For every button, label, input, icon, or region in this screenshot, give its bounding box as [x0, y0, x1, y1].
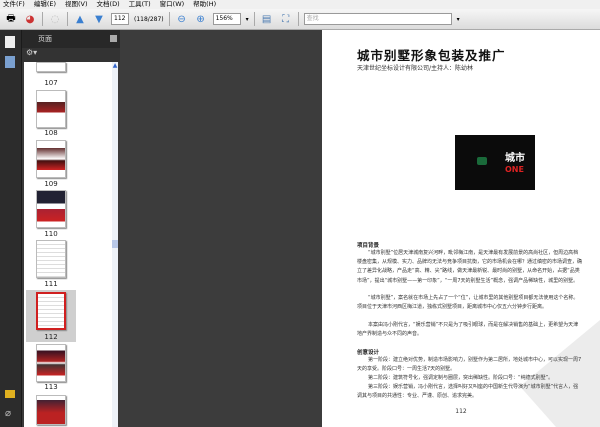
paragraph: 第一阶段：建立绝对优势，制造市场影响力，别墅作为第二居所，地处城市中心，可以实现…	[357, 357, 582, 373]
attachment-clip-icon[interactable]: ⌀	[5, 408, 11, 420]
thumbnail-label: 112	[44, 333, 58, 341]
next-page-icon[interactable]: ▼	[92, 12, 106, 26]
menu-document[interactable]: 文档(D)	[97, 0, 120, 9]
divider	[297, 12, 299, 26]
thumbnail-112[interactable]	[36, 292, 66, 330]
thumbnail-108[interactable]	[36, 90, 66, 128]
thumbnail-label: 108	[44, 129, 58, 137]
divider	[168, 12, 170, 26]
thumbnail-label: 107	[44, 79, 58, 87]
thumbnail-label: 113	[44, 383, 58, 391]
document-page: 城市别墅形象包装及推广 天津世纪坐标设计有限公司/主持人：陈幼林 城市 ONE …	[322, 30, 600, 427]
menu-window[interactable]: 窗口(W)	[160, 0, 185, 9]
divider	[253, 12, 255, 26]
city-house-logo-image: 城市 ONE	[455, 135, 535, 190]
menu-edit[interactable]: 编辑(E)	[34, 0, 56, 9]
divider	[42, 12, 43, 26]
paragraph: 第二阶段：建筑符号化，强调定制与圈层，突出稀缺性。阶段口号：“纯德式别墅”。	[368, 375, 554, 381]
pages-icon[interactable]	[5, 36, 15, 48]
section-heading: 创意设计	[357, 350, 380, 356]
chevron-down-icon[interactable]: ▾	[457, 16, 460, 23]
thumbnail-113[interactable]	[36, 344, 66, 382]
collaborate-icon[interactable]: ◕	[23, 12, 37, 26]
zoom-select[interactable]: 156%	[212, 13, 241, 25]
pages-panel-title: 页面	[38, 35, 52, 43]
menu-help[interactable]: 帮助(H)	[193, 0, 216, 9]
thumbnail-list: 107 108 109 110 111 112 113 114 ▲	[24, 62, 118, 427]
comments-icon[interactable]	[5, 390, 15, 398]
options-row: ⚙▾	[22, 48, 120, 62]
menu-view[interactable]: 视图(V)	[65, 0, 88, 9]
comment-icon[interactable]: ◌	[48, 12, 62, 26]
attachments-icon[interactable]	[5, 56, 15, 68]
thumbnail-label: 110	[44, 230, 58, 238]
menu-file[interactable]: 文件(F)	[3, 0, 25, 9]
menu-tools[interactable]: 工具(T)	[129, 0, 151, 9]
zoom-out-icon[interactable]: ⊖	[175, 12, 189, 26]
chevron-down-icon[interactable]: ▾	[246, 16, 249, 23]
article-subtitle: 天津世纪坐标设计有限公司/主持人：陈幼林	[357, 65, 474, 72]
pages-panel-header: 页面	[22, 30, 120, 48]
scroll-thumb[interactable]	[112, 240, 118, 248]
full-screen-icon[interactable]: ⛶	[279, 12, 293, 26]
thumbnail-109[interactable]	[36, 140, 66, 178]
thumbnail-label: 111	[44, 280, 58, 288]
section-heading: 项目背景	[357, 243, 380, 249]
page-count: (118/287)	[134, 15, 164, 23]
gear-icon[interactable]: ⚙▾	[26, 48, 37, 57]
document-viewer-background	[120, 30, 322, 427]
navigation-strip: ⌀	[0, 30, 22, 427]
page-number-input[interactable]: 112	[111, 13, 129, 25]
menu-bar: 文件(F) 编辑(E) 视图(V) 文档(D) 工具(T) 窗口(W) 帮助(H…	[0, 0, 600, 9]
print-icon[interactable]: 🖶	[4, 12, 18, 26]
thumbnail-scrollbar[interactable]: ▲	[112, 62, 118, 427]
paragraph: 第三阶段：娱乐营销，冯小刚代言，选择叫好又叫座的中国新生代导演为“城市别墅”代言…	[357, 384, 579, 400]
thumbnail-114[interactable]: 114	[36, 395, 66, 425]
thumbnail-label: 109	[44, 180, 58, 188]
previous-page-icon[interactable]: ▲	[73, 12, 87, 26]
paragraph: “城市别墅”，案名就在市场上先占了一个“位”，让城市里的其他别墅项目都无法使用这…	[357, 295, 579, 311]
zoom-in-icon[interactable]: ⊕	[194, 12, 208, 26]
thumbnail-107[interactable]	[36, 62, 66, 72]
scroll-up-icon[interactable]: ▲	[112, 62, 118, 69]
thumbnail-110[interactable]	[36, 190, 66, 228]
paragraph: “城市别墅”位居天津城南复兴河畔，毗邻梅江南，是天津最有发展前景的高尚社区，但周…	[357, 250, 583, 284]
search-input[interactable]: 查找	[303, 13, 452, 25]
paragraph: 本案由冯小刚代言，“娱乐营销”不只是为了吸引眼球，而是在解决销售的基础上，更希望…	[357, 322, 579, 338]
panel-options-button[interactable]	[110, 35, 117, 42]
divider	[67, 12, 68, 26]
toolbar: 🖶 ◕ ◌ ▲ ▼ 112 (118/287) ⊖ ⊕ 156% ▾ ▤ ⛶ 查…	[0, 9, 600, 30]
thumbnail-111[interactable]	[36, 240, 66, 278]
article-title: 城市别墅形象包装及推广	[357, 48, 506, 63]
fit-page-icon[interactable]: ▤	[260, 12, 274, 26]
page-number: 112	[455, 408, 467, 415]
